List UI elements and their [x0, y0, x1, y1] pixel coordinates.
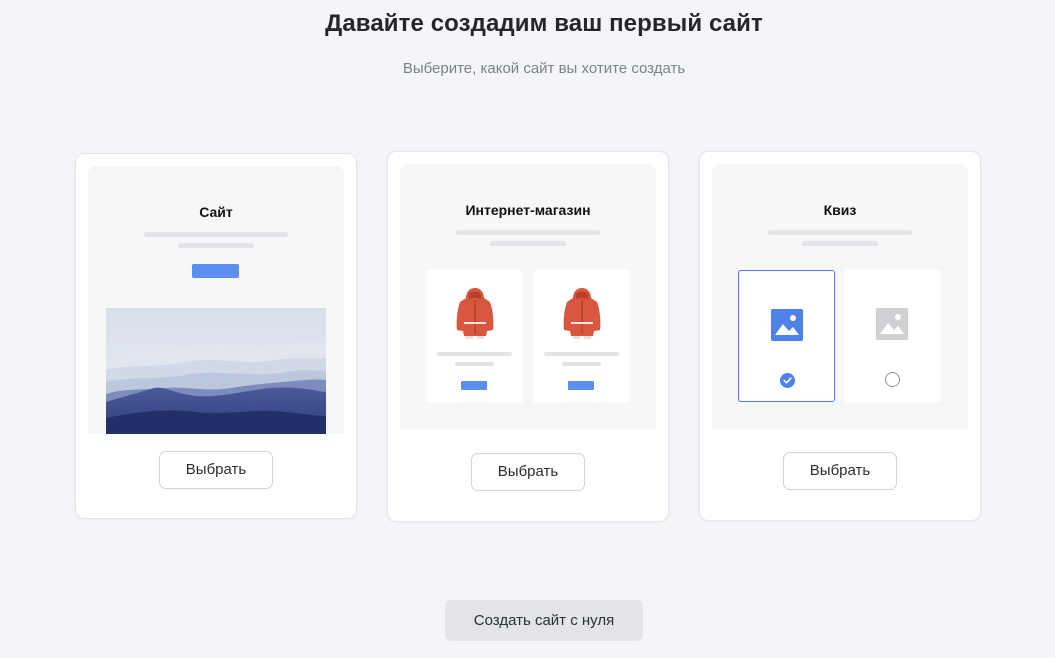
placeholder-line: [768, 230, 912, 235]
placeholder-button: [461, 381, 487, 390]
jacket-icon: [456, 288, 494, 339]
select-shop-button[interactable]: Выбрать: [471, 453, 585, 491]
jacket-icon: [563, 288, 601, 339]
quiz-option-unselected: [844, 270, 941, 402]
radio-unchecked-icon: [885, 372, 900, 387]
quiz-preview-title: Квиз: [823, 202, 857, 218]
product-card: [533, 270, 630, 403]
placeholder-button: [192, 264, 239, 278]
image-icon: [771, 309, 803, 341]
placeholder-line: [562, 362, 601, 366]
page: Давайте создадим ваш первый сайт Выберит…: [0, 0, 1055, 658]
create-from-scratch-button[interactable]: Создать сайт с нуля: [445, 600, 643, 641]
quiz-option-selected: [738, 270, 835, 402]
template-card-site[interactable]: Сайт Выбрать: [75, 153, 357, 519]
shop-preview-title: Интернет-магазин: [465, 202, 591, 218]
template-card-shop[interactable]: Интернет-магазин Выбрать: [387, 151, 669, 522]
template-card-quiz[interactable]: Квиз Выбрать: [699, 151, 981, 521]
page-title: Давайте создадим ваш первый сайт: [325, 10, 763, 37]
quiz-preview: Квиз: [712, 164, 968, 430]
placeholder-line: [455, 362, 494, 366]
image-icon: [876, 308, 908, 340]
placeholder-line: [144, 232, 288, 237]
placeholder-line: [456, 230, 600, 235]
placeholder-line: [544, 352, 619, 356]
product-card: [426, 270, 523, 403]
placeholder-line: [437, 352, 512, 356]
placeholder-line: [490, 241, 566, 246]
shop-preview: Интернет-магазин: [400, 164, 656, 430]
page-subtitle: Выберите, какой сайт вы хотите создать: [402, 60, 686, 77]
select-site-button[interactable]: Выбрать: [159, 451, 273, 489]
select-quiz-button[interactable]: Выбрать: [783, 452, 897, 490]
placeholder-line: [178, 243, 254, 248]
placeholder-line: [802, 241, 878, 246]
site-preview-title: Сайт: [199, 204, 233, 220]
site-preview: Сайт: [88, 166, 344, 434]
landscape-illustration: [106, 308, 326, 434]
radio-checked-icon: [780, 373, 795, 388]
placeholder-button: [568, 381, 594, 390]
